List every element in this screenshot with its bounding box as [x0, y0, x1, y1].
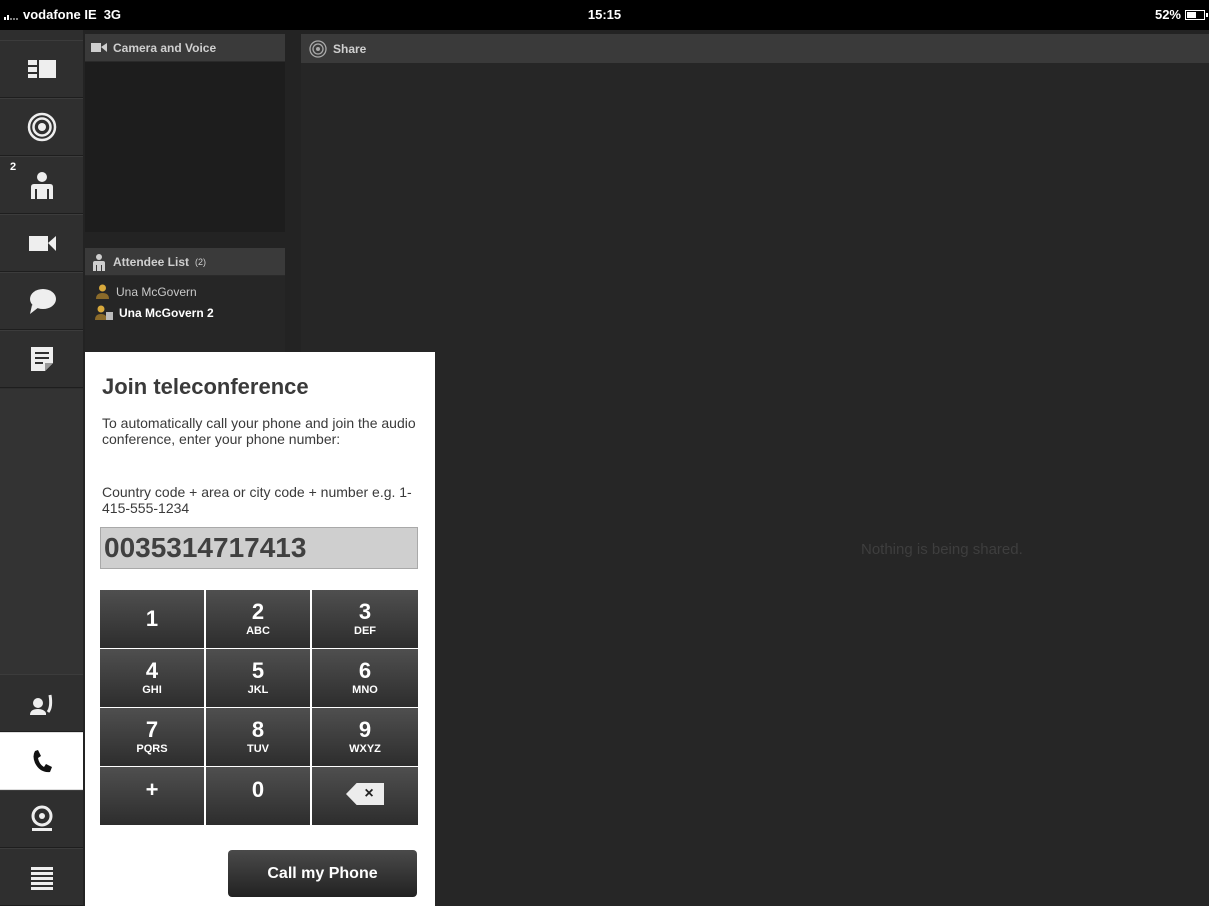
key-digit: 5	[251, 658, 265, 683]
status-bar: vodafone IE 3G 15:15 52%	[0, 0, 1209, 30]
share-empty-message: Nothing is being shared.	[861, 541, 1023, 558]
key-digit: 0	[251, 777, 265, 802]
status-time: 15:15	[587, 7, 622, 22]
key-letters: MNO	[352, 684, 378, 696]
key-digit: 1	[145, 606, 159, 631]
dial-keypad: 1 2 ABC 3 DEF 4 GHI 5 JKL 6 MNO 7 PQRS 8 TUV 9W…	[100, 590, 418, 826]
share-panel-title: Share	[333, 41, 367, 56]
backspace-icon: ×	[346, 783, 384, 805]
camera-voice-panel: Camera and Voice	[85, 34, 285, 232]
key-digit: 7	[145, 717, 159, 742]
key-digit: 2	[251, 599, 265, 624]
host-user-icon	[96, 284, 109, 299]
video-camera-icon	[91, 43, 107, 52]
dialog-title: Join teleconference	[102, 374, 309, 399]
sidebar-item-share[interactable]	[0, 98, 83, 156]
phone-number-input[interactable]	[100, 527, 418, 569]
key-6[interactable]: 6 MNO	[312, 649, 418, 707]
raise-hand-icon	[29, 694, 52, 715]
battery-status: 52%	[1154, 7, 1208, 22]
sidebar-item-video[interactable]	[0, 214, 83, 272]
screen: vodafone IE 3G 15:15 52% 2 Camera and Vo…	[0, 0, 1209, 906]
key-digit: 4	[145, 658, 159, 683]
key-4[interactable]: 4 GHI	[100, 649, 204, 707]
layout-icon	[27, 60, 56, 78]
share-target-icon	[309, 39, 327, 58]
sidebar-item-phone[interactable]	[0, 732, 83, 790]
key-digit: +	[145, 777, 159, 802]
sidebar-item-raise-hand[interactable]	[0, 674, 83, 732]
backspace-button[interactable]: ×	[312, 767, 418, 825]
attendee-panel: Attendee List (2) Una McGovern Una McGov…	[85, 248, 285, 353]
dialog-instructions: To automatically call your phone and joi…	[102, 415, 416, 447]
phone-icon	[33, 750, 52, 773]
key-8[interactable]: 8 TUV	[206, 708, 310, 766]
key-digit: 9	[358, 717, 372, 742]
sidebar-item-chat[interactable]	[0, 272, 83, 330]
battery-percent: 52%	[1154, 7, 1181, 22]
join-teleconference-dialog: Join teleconference To automatically cal…	[85, 352, 435, 906]
key-letters: JKL	[247, 684, 269, 696]
key-9[interactable]: 9 WXYZ	[312, 708, 418, 766]
battery-icon	[1185, 9, 1208, 20]
notes-icon	[30, 347, 53, 371]
sidebar-item-layout[interactable]	[0, 40, 83, 98]
key-2[interactable]: 2 ABC	[206, 590, 310, 648]
key-7[interactable]: 7 PQRS	[100, 708, 204, 766]
menu-icon	[30, 867, 53, 890]
video-camera-icon	[28, 236, 56, 251]
attendee-name: Una McGovern	[116, 284, 197, 299]
key-letters: TUV	[247, 743, 269, 755]
attendee-list: Una McGovern Una McGovern 2	[85, 276, 285, 323]
key-letters: DEF	[354, 625, 376, 637]
attendee-row[interactable]: Una McGovern	[85, 281, 285, 302]
attendee-panel-header[interactable]: Attendee List (2)	[85, 248, 285, 276]
chat-bubble-icon	[29, 289, 56, 314]
key-0[interactable]: 0	[206, 767, 310, 825]
share-area: Nothing is being shared.	[301, 63, 1209, 906]
sidebar-spacer	[0, 389, 83, 674]
sidebar-item-notes[interactable]	[0, 330, 83, 388]
attendee-icon	[93, 253, 105, 271]
webcam-icon	[31, 805, 52, 831]
camera-panel-title: Camera and Voice	[113, 40, 217, 55]
call-my-phone-button[interactable]: Call my Phone	[228, 850, 417, 897]
key-digit: 6	[358, 658, 372, 683]
key-1[interactable]: 1	[100, 590, 204, 648]
attendee-panel-title: Attendee List	[113, 254, 190, 269]
key-letters: PQRS	[136, 743, 168, 755]
sidebar-item-menu[interactable]	[0, 848, 83, 906]
phone-format-hint: Country code + area or city code + numbe…	[102, 484, 412, 516]
key-letters: ABC	[246, 625, 270, 637]
key-3[interactable]: 3 DEF	[312, 590, 418, 648]
attendee-row[interactable]: Una McGovern 2	[85, 302, 285, 323]
key-digit: 8	[251, 717, 265, 742]
camera-panel-header: Camera and Voice	[85, 34, 285, 62]
key-plus[interactable]: +	[100, 767, 204, 825]
key-digit: 3	[358, 599, 372, 624]
key-5[interactable]: 5 JKL	[206, 649, 310, 707]
key-letters: WXYZ	[349, 743, 381, 755]
attendee-name: Una McGovern 2	[119, 305, 214, 320]
attendee-count: (2)	[195, 256, 207, 267]
attendee-icon	[30, 172, 53, 199]
sidebar: 2	[0, 30, 83, 906]
share-panel-header: Share	[301, 34, 1209, 63]
share-target-icon	[27, 112, 56, 142]
key-letters: GHI	[142, 684, 162, 696]
sidebar-item-webcam[interactable]	[0, 790, 83, 848]
sidebar-item-attendees[interactable]: 2	[0, 156, 83, 214]
attendee-count-badge: 2	[10, 161, 17, 173]
phone-user-icon	[95, 305, 113, 320]
